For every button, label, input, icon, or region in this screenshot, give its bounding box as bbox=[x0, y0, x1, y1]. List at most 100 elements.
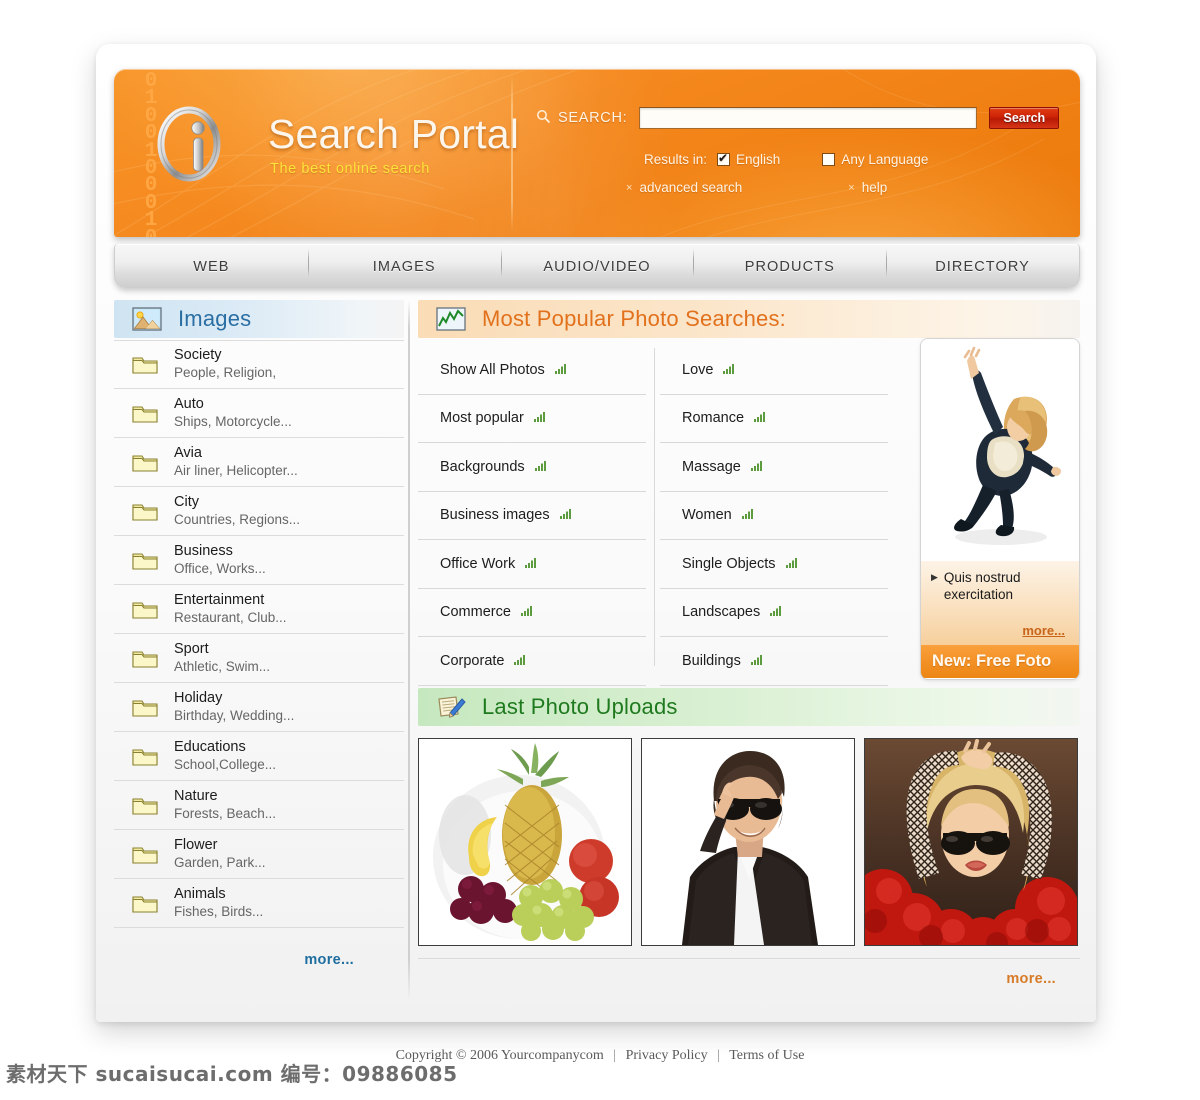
sidebar-more-link[interactable]: more... bbox=[114, 952, 404, 968]
x-bullet-icon: × bbox=[848, 181, 855, 194]
tab-web[interactable]: WEB bbox=[115, 257, 308, 275]
search-label: SEARCH: bbox=[558, 110, 628, 126]
green-bars-icon bbox=[741, 506, 755, 524]
sidebar-item-animals[interactable]: Animals Fishes, Birds... bbox=[114, 879, 404, 928]
popular-item-label: Love bbox=[682, 361, 714, 378]
thumbnail-man-sunglasses[interactable] bbox=[641, 738, 855, 946]
green-bars-icon bbox=[525, 555, 538, 573]
popular-item-label: Corporate bbox=[440, 652, 505, 669]
promo-box[interactable]: ▶ Quis nostrud exercitation more... New:… bbox=[920, 338, 1080, 680]
uploads-header: Last Photo Uploads bbox=[418, 688, 1080, 726]
promo-text-row: ▶ Quis nostrud exercitation bbox=[931, 569, 1071, 604]
popular-item-label: Commerce bbox=[440, 604, 511, 621]
category-list: Society People, Religion, Auto Ships, Mo… bbox=[114, 340, 404, 928]
popular-item-label: Show All Photos bbox=[440, 361, 545, 378]
sidebar-item-text: Sport Athletic, Swim... bbox=[174, 641, 270, 675]
sidebar-item-sublabel: Birthday, Wedding... bbox=[174, 707, 295, 723]
sidebar-item-city[interactable]: City Countries, Regions... bbox=[114, 487, 404, 536]
sidebar-item-label: Business bbox=[174, 542, 233, 559]
promo-body: ▶ Quis nostrud exercitation more... bbox=[921, 561, 1079, 645]
popular-item-women[interactable]: Women bbox=[660, 492, 888, 540]
promo-banner[interactable]: New: Free Foto bbox=[921, 645, 1079, 678]
green-bars-icon bbox=[520, 603, 534, 621]
sidebar-item-society[interactable]: Society People, Religion, bbox=[114, 340, 404, 389]
sidebar-item-text: Animals Fishes, Birds... bbox=[174, 886, 263, 920]
footer-link-terms[interactable]: Terms of Use bbox=[729, 1048, 804, 1063]
tab-products[interactable]: PRODUCTS bbox=[693, 248, 886, 277]
search-input[interactable] bbox=[639, 107, 978, 129]
checkbox-english[interactable] bbox=[717, 151, 731, 166]
popular-item-commerce[interactable]: Commerce bbox=[418, 589, 646, 637]
popular-item-buildings[interactable]: Buildings bbox=[660, 637, 888, 686]
popular-item-office-work[interactable]: Office Work bbox=[418, 540, 646, 589]
sidebar-item-flower[interactable]: Flower Garden, Park... bbox=[114, 830, 404, 879]
sidebar-item-label: Entertainment bbox=[174, 591, 265, 608]
folder-icon bbox=[132, 452, 158, 473]
sidebar-item-avia[interactable]: Avia Air liner, Helicopter... bbox=[114, 438, 404, 487]
help-link[interactable]: × help bbox=[848, 180, 887, 195]
column-divider bbox=[408, 300, 410, 1000]
thumbnail-woman-sunglasses[interactable] bbox=[864, 738, 1078, 946]
promo-more-link[interactable]: more... bbox=[1022, 623, 1065, 638]
folder-icon bbox=[132, 354, 158, 375]
sidebar-item-sport[interactable]: Sport Athletic, Swim... bbox=[114, 634, 404, 683]
popular-title: Most Popular Photo Searches: bbox=[482, 306, 786, 331]
popular-item-romance[interactable]: Romance bbox=[660, 395, 888, 443]
sidebar-item-text: Auto Ships, Motorcycle... bbox=[174, 396, 292, 430]
chart-line-icon bbox=[436, 307, 466, 331]
sidebar-item-text: Flower Garden, Park... bbox=[174, 837, 266, 871]
sidebar-item-business[interactable]: Business Office, Works... bbox=[114, 536, 404, 585]
language-option-english[interactable]: English bbox=[717, 151, 781, 167]
tab-audio-video[interactable]: AUDIO/VIDEO bbox=[500, 248, 694, 277]
sidebar-item-sublabel: Countries, Regions... bbox=[174, 511, 301, 527]
sidebar-item-educations[interactable]: Educations School,College... bbox=[114, 732, 404, 781]
advanced-search-link[interactable]: × advanced search bbox=[626, 180, 742, 195]
language-option-any[interactable]: Any Language bbox=[822, 152, 928, 167]
popular-item-landscapes[interactable]: Landscapes bbox=[660, 589, 888, 637]
popular-item-label: Massage bbox=[682, 458, 741, 475]
triangle-bullet-icon: ▶ bbox=[931, 572, 938, 582]
folder-icon bbox=[132, 795, 158, 816]
tab-directory[interactable]: DIRECTORY bbox=[886, 248, 1079, 277]
sidebar: Images Society People, Religion, Auto Sh… bbox=[114, 300, 404, 968]
popular-item-single-objects[interactable]: Single Objects bbox=[660, 540, 888, 589]
sidebar-item-auto[interactable]: Auto Ships, Motorcycle... bbox=[114, 389, 404, 438]
sidebar-item-holiday[interactable]: Holiday Birthday, Wedding... bbox=[114, 683, 404, 732]
help-label[interactable]: help bbox=[862, 180, 888, 195]
sidebar-item-sublabel: Fishes, Birds... bbox=[174, 903, 264, 919]
popular-item-most-popular[interactable]: Most popular bbox=[418, 395, 646, 443]
popular-item-backgrounds[interactable]: Backgrounds bbox=[418, 443, 646, 492]
sidebar-item-label: Auto bbox=[174, 395, 204, 412]
sidebar-item-sublabel: Ships, Motorcycle... bbox=[174, 413, 292, 429]
logo[interactable]: Search Portal The best online search bbox=[156, 99, 556, 209]
search-row: SEARCH: Search bbox=[534, 107, 1060, 129]
language-label-english: English bbox=[736, 152, 781, 167]
thumbnail-fruit-bowl[interactable] bbox=[418, 738, 632, 946]
search-button[interactable]: Search bbox=[989, 107, 1060, 129]
popular-item-show-all-photos[interactable]: Show All Photos bbox=[418, 346, 646, 395]
popular-item-corporate[interactable]: Corporate bbox=[418, 637, 646, 686]
green-bars-icon bbox=[750, 458, 764, 476]
uploads-more-link[interactable]: more... bbox=[418, 971, 1080, 987]
magnifier-icon bbox=[534, 109, 552, 127]
advanced-search-label[interactable]: advanced search bbox=[639, 180, 742, 195]
folder-icon bbox=[132, 403, 158, 424]
sidebar-item-nature[interactable]: Nature Forests, Beach... bbox=[114, 781, 404, 830]
checkbox-any-language[interactable] bbox=[822, 153, 836, 166]
popular-item-love[interactable]: Love bbox=[660, 346, 888, 395]
popular-item-label: Buildings bbox=[682, 652, 741, 669]
folder-icon bbox=[132, 648, 158, 669]
language-label-any: Any Language bbox=[841, 152, 929, 167]
tab-images[interactable]: IMAGES bbox=[307, 248, 501, 277]
footer-link-privacy[interactable]: Privacy Policy bbox=[626, 1048, 708, 1063]
promo-image bbox=[921, 339, 1079, 561]
green-bars-icon bbox=[785, 555, 799, 573]
results-language-row: Results in: English Any Language bbox=[644, 151, 970, 167]
popular-item-massage[interactable]: Massage bbox=[660, 443, 888, 492]
main-column: Most Popular Photo Searches: Show All Ph… bbox=[418, 300, 1080, 987]
popular-item-business-images[interactable]: Business images bbox=[418, 492, 646, 540]
popular-column-right: Love Romance Massage Women Single Object… bbox=[660, 346, 888, 686]
info-circle-icon bbox=[156, 105, 228, 183]
sidebar-item-entertainment[interactable]: Entertainment Restaurant, Club... bbox=[114, 585, 404, 634]
popular-column-separator bbox=[654, 348, 655, 666]
